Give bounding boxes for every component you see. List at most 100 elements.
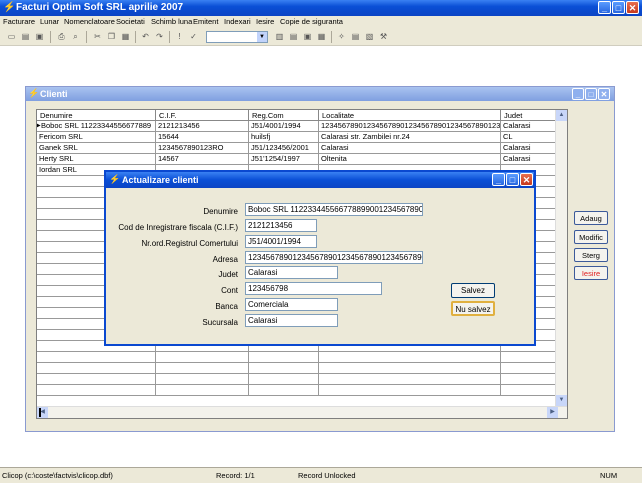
save-icon[interactable]: ▣ — [34, 31, 45, 42]
tools-icon[interactable]: ⚒ — [378, 31, 389, 42]
chevron-down-icon[interactable]: ▼ — [257, 32, 267, 42]
table-row[interactable] — [37, 363, 567, 374]
nu-salvez-button[interactable]: Nu salvez — [451, 301, 495, 316]
table-cell[interactable] — [249, 352, 319, 362]
table-cell[interactable]: J51'1254/1997 — [249, 154, 319, 164]
table-cell[interactable] — [37, 385, 156, 395]
cont-field[interactable]: 123456798 — [245, 282, 382, 295]
scroll-right-icon[interactable]: ▶ — [547, 407, 558, 418]
exclamation-icon[interactable]: ! — [174, 31, 185, 42]
table-row[interactable]: Ganek SRL 1234567890123RO J51/123456/2001 C… — [37, 143, 567, 154]
table-cell[interactable]: Fericom SRL — [37, 132, 156, 142]
column-header-localitate[interactable]: Localitate — [319, 110, 501, 121]
denumire-field[interactable]: Boboc SRL 112233445566778899001234567890 — [245, 203, 423, 216]
print-icon[interactable]: ⎙ — [56, 31, 67, 42]
table-cell[interactable] — [156, 374, 249, 384]
column-header-regcom[interactable]: Reg.Com — [249, 110, 319, 121]
sterg-button[interactable]: Sterg — [574, 248, 608, 262]
image-icon[interactable]: ▧ — [364, 31, 375, 42]
table-cell[interactable] — [249, 385, 319, 395]
clienti-close-button[interactable]: ✕ — [598, 88, 610, 100]
table-cell[interactable]: Calarasi — [501, 121, 558, 131]
table-cell[interactable]: huilsfj — [249, 132, 319, 142]
scroll-up-icon[interactable]: ▲ — [556, 110, 567, 121]
table-cell[interactable] — [319, 385, 501, 395]
form-icon[interactable]: ▥ — [274, 31, 285, 42]
table-row[interactable]: Herty SRL 14567 J51'1254/1997 Oltenita Calar… — [37, 154, 567, 165]
menu-societati[interactable]: Societati — [116, 17, 145, 26]
report-icon[interactable]: ▤ — [288, 31, 299, 42]
clienti-minimize-button[interactable]: _ — [572, 88, 584, 100]
window-icon[interactable]: ▣ — [302, 31, 313, 42]
vertical-scrollbar[interactable]: ▲ ▼ — [555, 110, 567, 406]
table-cell[interactable]: 15644 — [156, 132, 249, 142]
table-cell[interactable]: 14567 — [156, 154, 249, 164]
menu-iesire[interactable]: Iesire — [256, 17, 274, 26]
modific-button[interactable]: Modific — [574, 230, 608, 244]
check-edit-icon[interactable]: ✓ — [188, 31, 199, 42]
table-cell[interactable] — [249, 363, 319, 373]
table-cell[interactable] — [501, 374, 558, 384]
minimize-button[interactable]: _ — [598, 1, 611, 14]
redo-icon[interactable]: ↷ — [154, 31, 165, 42]
column-header-judet[interactable]: Judet — [501, 110, 558, 121]
table-icon[interactable]: ▤ — [350, 31, 361, 42]
clienti-maximize-button[interactable]: □ — [585, 88, 597, 100]
menu-schimb-luna[interactable]: Schimb luna — [151, 17, 192, 26]
table-cell[interactable]: Ganek SRL — [37, 143, 156, 153]
menu-indexari[interactable]: Indexari — [224, 17, 251, 26]
table-row[interactable] — [37, 352, 567, 363]
table-cell[interactable] — [501, 363, 558, 373]
sucursala-field[interactable]: Calarasi — [245, 314, 338, 327]
table-cell[interactable]: Calarasi — [501, 143, 558, 153]
table-row[interactable]: ▶ Boboc SRL 11223344556677889 2121213456 J5… — [37, 121, 567, 132]
browse-icon[interactable]: ▦ — [316, 31, 327, 42]
table-cell[interactable]: Calarasi — [319, 143, 501, 153]
column-header-cif[interactable]: C.I.F. — [156, 110, 249, 121]
scroll-thumb[interactable] — [39, 408, 41, 417]
table-cell[interactable]: 2121213456 — [156, 121, 249, 131]
banca-field[interactable]: Comerciala — [245, 298, 338, 311]
table-row[interactable] — [37, 374, 567, 385]
wizard-icon[interactable]: ✧ — [336, 31, 347, 42]
iesire-button[interactable]: Iesire — [574, 266, 608, 280]
dialog-minimize-button[interactable]: _ — [492, 173, 505, 186]
maximize-button[interactable]: □ — [612, 1, 625, 14]
table-cell[interactable]: Herty SRL — [37, 154, 156, 164]
undo-icon[interactable]: ↶ — [140, 31, 151, 42]
menu-emitent[interactable]: Emitent — [193, 17, 218, 26]
dialog-maximize-button[interactable]: □ — [506, 173, 519, 186]
horizontal-scrollbar[interactable]: ◀ ▶ — [37, 406, 567, 418]
table-cell[interactable]: 1234567890123456789012345678901234567890… — [319, 121, 501, 131]
table-cell[interactable] — [319, 374, 501, 384]
scroll-down-icon[interactable]: ▼ — [556, 395, 567, 406]
cut-icon[interactable]: ✂ — [92, 31, 103, 42]
judet-field[interactable]: Calarasi — [245, 266, 338, 279]
menu-facturare[interactable]: Facturare — [3, 17, 35, 26]
table-cell[interactable] — [501, 385, 558, 395]
table-cell[interactable]: 1234567890123RO — [156, 143, 249, 153]
copy-icon[interactable]: ❐ — [106, 31, 117, 42]
adresa-field[interactable]: 1234567890123456789012345678901234567890 — [245, 251, 423, 264]
salvez-button[interactable]: Salvez — [451, 283, 495, 298]
new-icon[interactable]: ▭ — [6, 31, 17, 42]
table-cell[interactable]: Boboc SRL 11223344556677889 — [37, 121, 156, 131]
table-cell[interactable]: CL — [501, 132, 558, 142]
table-cell[interactable] — [37, 374, 156, 384]
regcom-field[interactable]: J51/4001/1994 — [245, 235, 317, 248]
table-cell[interactable]: Oltenita — [319, 154, 501, 164]
dialog-close-button[interactable]: ✕ — [520, 173, 533, 186]
toolbar-combo[interactable]: ▼ — [206, 31, 268, 43]
print-preview-icon[interactable]: ⌕ — [70, 31, 81, 42]
table-cell[interactable] — [319, 352, 501, 362]
table-cell[interactable] — [156, 385, 249, 395]
column-header-denumire[interactable]: Denumire — [37, 110, 156, 121]
table-cell[interactable] — [156, 352, 249, 362]
table-cell[interactable] — [37, 352, 156, 362]
table-row[interactable] — [37, 385, 567, 396]
table-cell[interactable] — [156, 363, 249, 373]
menu-nomenclatoare[interactable]: Nomenclatoare — [64, 17, 115, 26]
table-row[interactable]: Fericom SRL 15644 huilsfj Calarasi str. Zam… — [37, 132, 567, 143]
close-button[interactable]: ✕ — [626, 1, 639, 14]
table-cell[interactable]: Calarasi str. Zambilei nr.24 — [319, 132, 501, 142]
